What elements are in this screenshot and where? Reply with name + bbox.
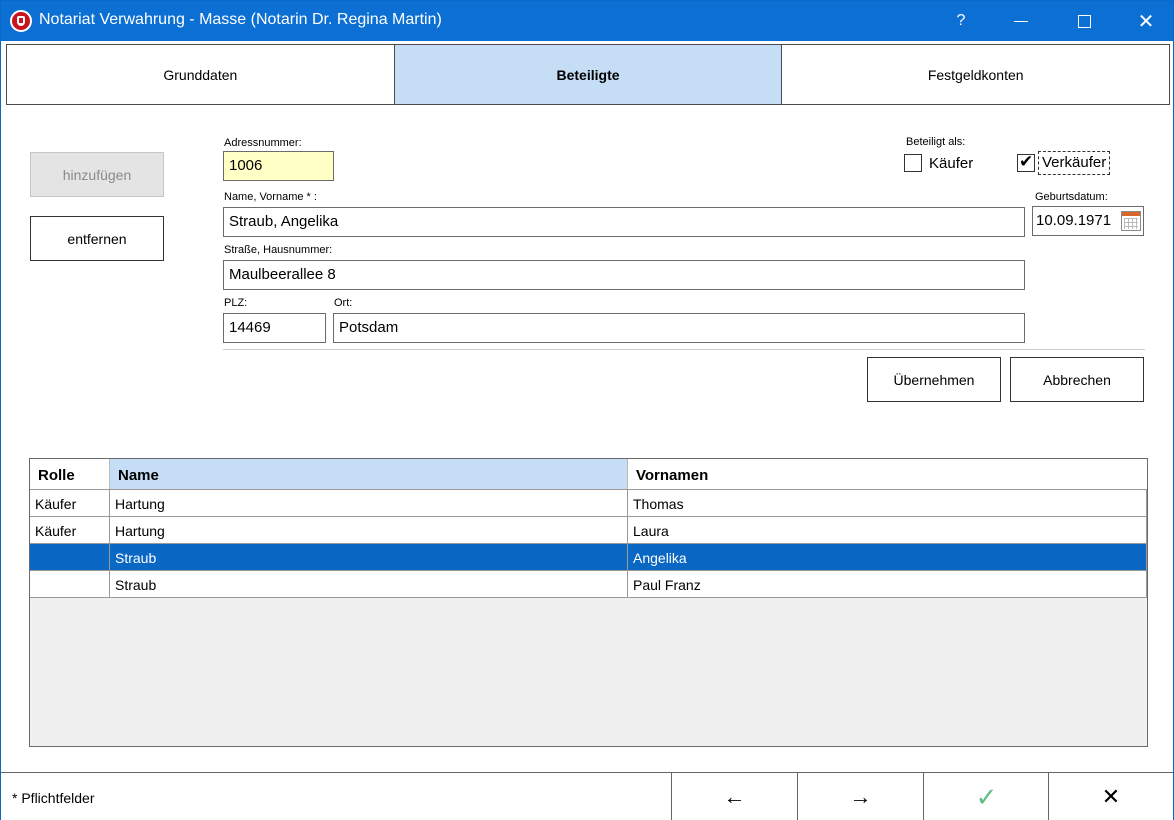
minimize-icon [1014,20,1028,22]
cell-name: Hartung [110,490,628,516]
maximize-icon [1077,14,1091,28]
strasse-label: Straße, Hausnummer: [224,244,333,256]
arrow-right-icon: → [849,784,872,809]
table-row[interactable]: Straub Paul Franz [30,571,1147,598]
help-button[interactable]: ? [938,1,984,41]
back-button[interactable]: ← [671,773,797,820]
plz-label: PLZ: [224,297,248,309]
tab-festgeldkonten[interactable]: Festgeldkonten [782,45,1170,104]
tab-bar: Grunddaten Beteiligte Festgeldkonten [6,44,1170,105]
table-row-selected[interactable]: Straub Angelika [30,544,1147,571]
form-separator [223,349,1145,350]
app-logo-icon [10,10,32,32]
remove-button[interactable]: entfernen [30,216,164,261]
adressnummer-label: Adressnummer: [224,137,302,149]
cell-rolle [30,571,110,597]
close-icon: ✕ [1101,784,1121,809]
required-fields-note: * Pflichtfelder [12,790,95,806]
add-button[interactable]: hinzufügen [30,152,164,197]
calendar-icon[interactable] [1121,211,1141,231]
geburtsdatum-label: Geburtsdatum: [1035,191,1108,203]
kaeufer-checkbox[interactable] [904,154,922,172]
table-row[interactable]: Käufer Hartung Laura [30,517,1147,544]
cell-name: Hartung [110,517,628,543]
cell-rolle: Käufer [30,517,110,543]
status-bar: * Pflichtfelder ← → ✓ ✕ [1,772,1173,820]
apply-button[interactable]: Übernehmen [867,357,1001,402]
cell-name: Straub [110,571,628,597]
cell-vornamen: Paul Franz [628,571,1147,597]
kaeufer-checkbox-label[interactable]: Käufer [929,155,973,172]
ort-label: Ort: [334,297,353,309]
window-title: Notariat Verwahrung - Masse (Notarin Dr.… [39,11,442,28]
cancel-button[interactable]: Abbrechen [1010,357,1144,402]
title-bar[interactable]: Notariat Verwahrung - Masse (Notarin Dr.… [1,1,1173,41]
arrow-left-icon: ← [723,784,746,809]
geburtsdatum-field[interactable]: 10.09.1971 [1032,206,1144,236]
verkaeufer-checkbox[interactable] [1017,152,1035,172]
ok-button[interactable]: ✓ [923,773,1049,820]
tab-beteiligte[interactable]: Beteiligte [394,45,783,104]
cell-rolle [30,544,110,570]
close-icon: ✕ [1137,10,1155,33]
verkaeufer-checkbox-label[interactable]: Verkäufer [1038,151,1111,175]
strasse-field[interactable]: Maulbeerallee 8 [223,260,1025,290]
maximize-button[interactable] [1061,1,1107,41]
column-header-rolle[interactable]: Rolle [30,459,110,489]
ort-field[interactable]: Potsdam [333,313,1025,343]
cell-vornamen: Angelika [628,544,1147,570]
cell-vornamen: Thomas [628,490,1147,516]
geburtsdatum-value: 10.09.1971 [1036,212,1112,229]
cell-vornamen: Laura [628,517,1147,543]
forward-button[interactable]: → [797,773,923,820]
participants-grid: Rolle Name Vornamen Käufer Hartung Thoma… [29,458,1148,747]
close-button[interactable]: ✕ [1048,773,1173,820]
name-label: Name, Vorname * : [224,191,317,203]
cell-name: Straub [110,544,628,570]
close-window-button[interactable]: ✕ [1123,1,1169,41]
beteiligt-label: Beteiligt als: [906,136,966,148]
main-window: Notariat Verwahrung - Masse (Notarin Dr.… [0,0,1174,820]
plz-field[interactable]: 14469 [223,313,326,343]
column-header-vornamen[interactable]: Vornamen [628,459,1147,489]
name-field[interactable]: Straub, Angelika [223,207,1025,237]
adressnummer-field[interactable]: 1006 [223,151,334,181]
grid-header: Rolle Name Vornamen [30,459,1147,490]
table-row[interactable]: Käufer Hartung Thomas [30,490,1147,517]
cell-rolle: Käufer [30,490,110,516]
column-header-name[interactable]: Name [110,459,628,489]
checkmark-icon: ✓ [975,781,998,812]
tab-grunddaten[interactable]: Grunddaten [7,45,395,104]
minimize-button[interactable] [998,1,1044,41]
